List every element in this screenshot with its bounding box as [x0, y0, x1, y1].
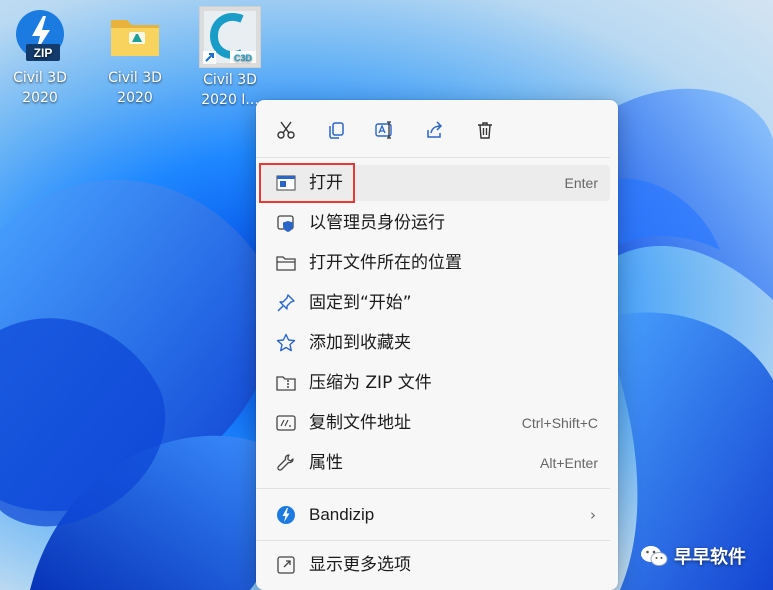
autodesk-civil3d-shortcut-icon: C3D [199, 6, 261, 68]
menu-item-label: 添加到收藏夹 [309, 333, 411, 353]
menu-item-label: 属性 [309, 453, 343, 473]
context-menu-toolbar [256, 100, 618, 158]
folder-icon [105, 6, 165, 66]
scissors-icon [277, 121, 295, 139]
menu-item-label: 打开 [309, 173, 343, 193]
menu-item-label: Bandizip [309, 505, 375, 524]
menu-item-pin-to-start[interactable]: 固定到“开始” [260, 285, 610, 321]
svg-text:ZIP: ZIP [34, 46, 53, 60]
menu-item-compress-zip[interactable]: 压缩为 ZIP 文件 [260, 365, 610, 401]
watermark: 早早软件 [640, 543, 746, 569]
desktop-icon-civil3d-zip[interactable]: ZIP Civil 3D 2020 [0, 6, 80, 108]
zip-folder-icon [276, 373, 296, 393]
bandizip-icon [276, 505, 296, 525]
menu-item-run-as-admin[interactable]: 以管理员身份运行 [260, 205, 610, 241]
menu-item-label: 打开文件所在的位置 [309, 253, 462, 273]
menu-item-shortcut: Alt+Enter [540, 455, 598, 471]
menu-divider [256, 488, 610, 489]
desktop-icon-label: Civil 3D [13, 70, 67, 86]
menu-item-label: 以管理员身份运行 [309, 213, 445, 233]
desktop-icon-label: Civil 3D [203, 72, 257, 88]
menu-item-add-to-favorites[interactable]: 添加到收藏夹 [260, 325, 610, 361]
copy-path-icon [276, 413, 296, 433]
desktop-icon-civil3d-shortcut[interactable]: C3D Civil 3D 2020 I... [190, 6, 270, 110]
expand-icon [276, 555, 296, 575]
rename-icon [375, 121, 392, 139]
menu-item-properties[interactable]: 属性 Alt+Enter [260, 445, 610, 481]
svg-text:C3D: C3D [234, 53, 253, 63]
menu-item-shortcut: Ctrl+Shift+C [521, 415, 598, 431]
chevron-right-icon: › [590, 506, 596, 524]
copy-icon [329, 122, 344, 139]
rename-button[interactable] [371, 116, 399, 144]
star-icon [276, 333, 296, 353]
desktop-icon-label: 2020 [117, 90, 153, 106]
pin-icon [276, 293, 296, 313]
wechat-icon [641, 546, 668, 566]
menu-item-shortcut: Enter [564, 175, 598, 191]
menu-item-label: 复制文件地址 [309, 413, 411, 433]
desktop-icon-label: 2020 [22, 90, 58, 106]
menu-item-copy-path[interactable]: 复制文件地址 Ctrl+Shift+C [260, 405, 610, 441]
desktop-icon-label: Civil 3D [108, 70, 162, 86]
menu-item-show-more-options[interactable]: 显示更多选项 [260, 547, 610, 583]
app-window-icon [276, 173, 296, 193]
delete-button[interactable] [471, 116, 499, 144]
menu-item-open-file-location[interactable]: 打开文件所在的位置 [260, 245, 610, 281]
folder-outline-icon [276, 253, 296, 273]
trash-icon [478, 122, 492, 139]
shield-icon [276, 213, 296, 233]
context-menu: 打开 Enter 以管理员身份运行 打开文件所在的位置 固定到“开始” 添加到收… [256, 100, 618, 590]
menu-divider [256, 157, 610, 158]
copy-button[interactable] [322, 116, 350, 144]
cut-button[interactable] [272, 116, 300, 144]
menu-item-label: 固定到“开始” [309, 293, 412, 313]
menu-item-bandizip[interactable]: Bandizip › [260, 497, 610, 533]
desktop-icon-civil3d-folder[interactable]: Civil 3D 2020 [95, 6, 175, 108]
wrench-icon [276, 453, 296, 473]
menu-divider [256, 540, 610, 541]
share-button[interactable] [421, 116, 449, 144]
share-icon [427, 121, 443, 138]
menu-item-label: 显示更多选项 [309, 555, 411, 575]
menu-item-open[interactable]: 打开 Enter [260, 165, 610, 201]
bandizip-zip-icon: ZIP [10, 6, 70, 66]
menu-item-label: 压缩为 ZIP 文件 [309, 373, 432, 393]
watermark-text: 早早软件 [674, 547, 746, 568]
